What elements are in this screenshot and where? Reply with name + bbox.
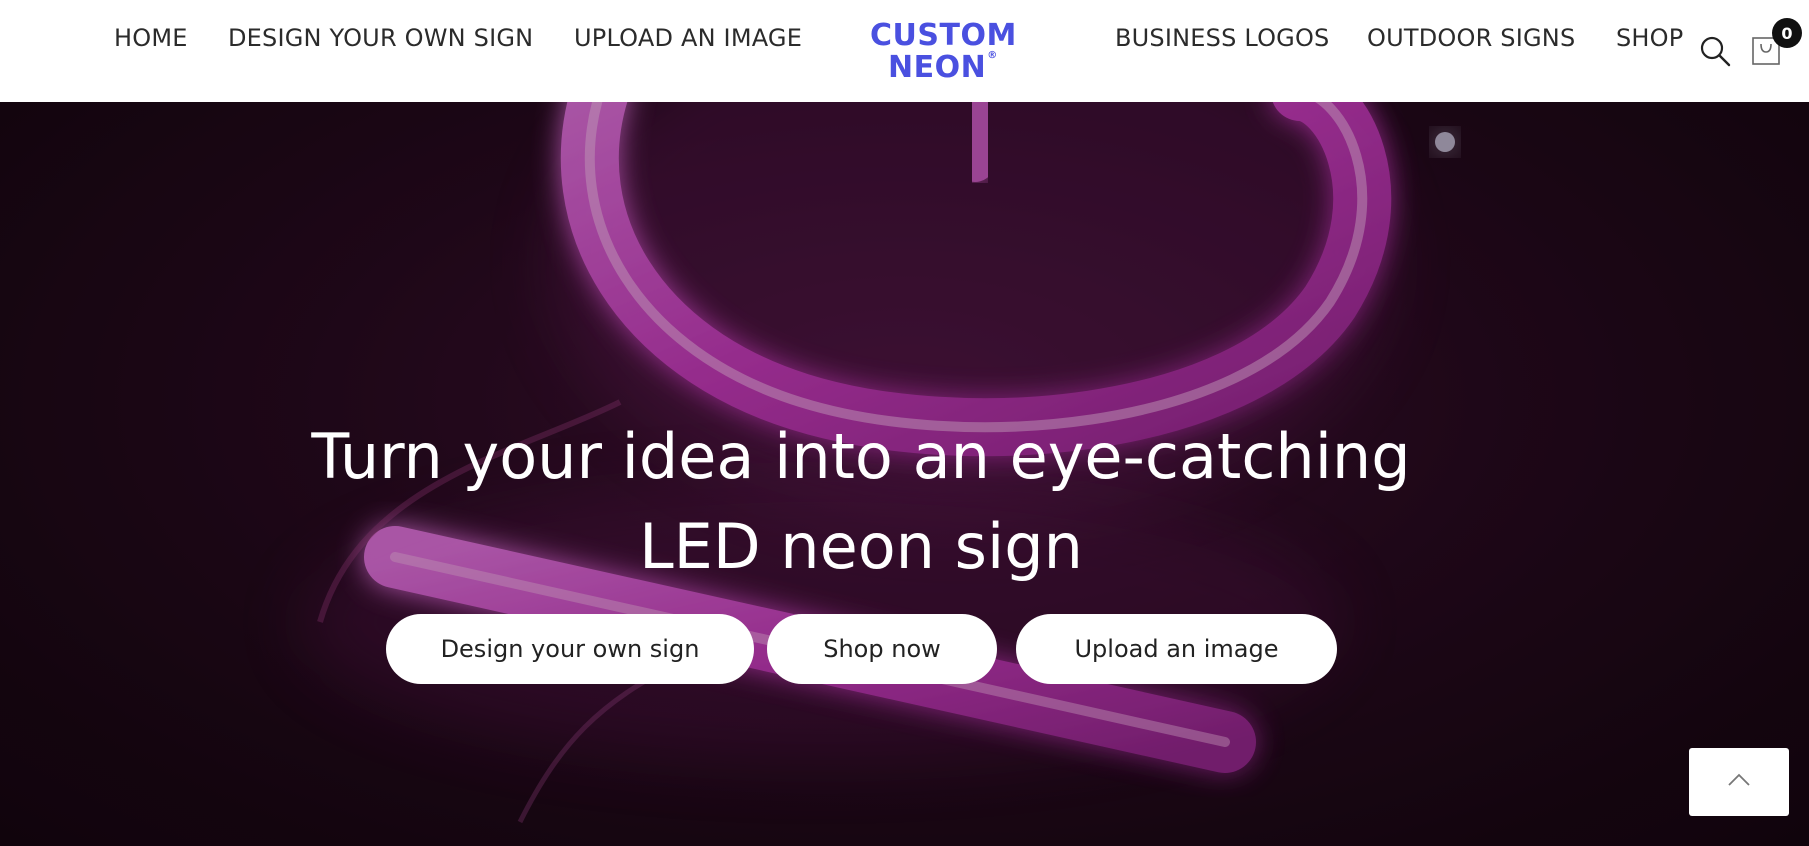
nav-business-logos[interactable]: BUSINESS LOGOS [1115, 24, 1330, 52]
cart-count-badge: 0 [1772, 18, 1802, 48]
hero-banner: Turn your idea into an eye-catching LED … [0, 102, 1809, 846]
custom-neon-logo[interactable]: CUSTOM NEON® [868, 18, 1052, 85]
nav-outdoor-signs[interactable]: OUTDOOR SIGNS [1367, 24, 1575, 52]
nav-upload-an-image[interactable]: UPLOAD AN IMAGE [574, 24, 802, 52]
shop-now-button[interactable]: Shop now [767, 614, 997, 684]
hero-title: Turn your idea into an eye-catching LED … [250, 412, 1472, 592]
upload-an-image-button[interactable]: Upload an image [1016, 614, 1337, 684]
nav-design-your-own-sign[interactable]: DESIGN YOUR OWN SIGN [228, 24, 533, 52]
logo-line-2: NEON® [888, 50, 998, 85]
chevron-up-icon [1726, 772, 1752, 792]
nav-home[interactable]: HOME [114, 24, 188, 52]
logo-line-1: CUSTOM [870, 18, 1017, 53]
back-to-top-button[interactable] [1689, 748, 1789, 816]
design-your-own-sign-button[interactable]: Design your own sign [386, 614, 754, 684]
site-header: HOME DESIGN YOUR OWN SIGN UPLOAD AN IMAG… [0, 0, 1809, 102]
hero-title-line-1: Turn your idea into an eye-catching [311, 420, 1411, 493]
search-icon[interactable] [1698, 34, 1732, 68]
hero-title-line-2: LED neon sign [639, 510, 1083, 583]
nav-shop[interactable]: SHOP [1616, 24, 1683, 52]
